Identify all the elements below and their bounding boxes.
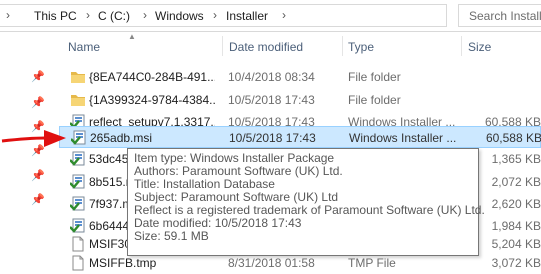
breadcrumb-c-drive[interactable]: C (C:) [98, 9, 130, 23]
breadcrumb-separator[interactable]: › [213, 8, 217, 22]
pin-icon[interactable]: 📌 [31, 169, 45, 182]
file-name: MSIFFB.tmp [89, 256, 157, 270]
sort-up-icon: ▲ [128, 32, 136, 41]
msi-icon [69, 196, 86, 212]
address-bar[interactable]: › This PC › C (C:) › Windows › Installer… [0, 0, 541, 32]
file-size: 5,204 KB [491, 237, 541, 251]
file-size: 60,588 KB [485, 131, 541, 145]
breadcrumb-installer[interactable]: Installer [226, 9, 268, 23]
pin-icon[interactable]: 📌 [31, 70, 45, 83]
folder-icon [70, 69, 86, 85]
file-type: TMP File [348, 256, 396, 270]
file-date-modified: 10/5/2018 17:43 [228, 93, 315, 107]
tooltip-size: Size: 59.1 MB [134, 229, 209, 243]
file-type: File folder [348, 70, 401, 84]
file-size: 1,984 KB [491, 219, 541, 233]
file-icon [70, 236, 86, 252]
msi-icon [69, 174, 86, 190]
file-icon [70, 255, 86, 271]
file-type: File folder [348, 93, 401, 107]
search-input[interactable] [469, 9, 541, 23]
breadcrumb-separator[interactable]: › [282, 8, 286, 22]
file-name: {8EA744C0-284B-491... [89, 70, 215, 84]
msi-icon [69, 218, 86, 234]
column-header-type[interactable]: Type [348, 40, 374, 54]
file-date-modified: 10/4/2018 08:34 [228, 70, 315, 84]
pin-icon[interactable]: 📌 [31, 96, 45, 109]
file-size: 2,620 KB [491, 197, 541, 211]
msi-icon [69, 151, 86, 167]
search-box[interactable] [458, 4, 541, 27]
breadcrumb-windows[interactable]: Windows [155, 9, 204, 23]
column-header-date[interactable]: Date modified [229, 40, 303, 54]
breadcrumb-separator[interactable]: › [143, 8, 147, 22]
column-header-size[interactable]: Size [468, 40, 491, 54]
column-divider[interactable] [222, 36, 223, 56]
pin-icon[interactable]: 📌 [31, 193, 45, 206]
file-size: 1,365 KB [491, 152, 541, 166]
file-name: {1A399324-9784-4384... [89, 93, 215, 107]
red-arrow-icon [1, 130, 66, 147]
table-row-selected[interactable]: 265adb.msi 10/5/2018 17:43 Windows Install… [59, 126, 541, 148]
column-divider[interactable] [342, 36, 343, 56]
file-size: 3,072 KB [491, 256, 541, 270]
column-divider[interactable] [461, 36, 462, 56]
breadcrumb-separator[interactable]: › [86, 8, 90, 22]
table-row[interactable]: {1A399324-9784-4384... 10/5/2018 17:43 Fil… [59, 89, 541, 111]
file-name: 265adb.msi [90, 131, 153, 145]
breadcrumb-this-pc[interactable]: This PC [34, 9, 77, 23]
msi-icon [70, 130, 87, 146]
table-row[interactable]: {8EA744C0-284B-491... 10/4/2018 08:34 File… [59, 66, 541, 88]
file-type: Windows Installer ... [349, 131, 457, 145]
folder-icon [70, 92, 86, 108]
file-info-tooltip: Item type: Windows Installer Package Aut… [127, 148, 485, 256]
file-date-modified: 10/5/2018 17:43 [229, 131, 316, 145]
column-header-name[interactable]: Name [68, 40, 100, 54]
breadcrumb-separator: › [6, 8, 10, 22]
file-date-modified: 8/31/2018 01:58 [228, 256, 315, 270]
file-size: 2,072 KB [491, 175, 541, 189]
